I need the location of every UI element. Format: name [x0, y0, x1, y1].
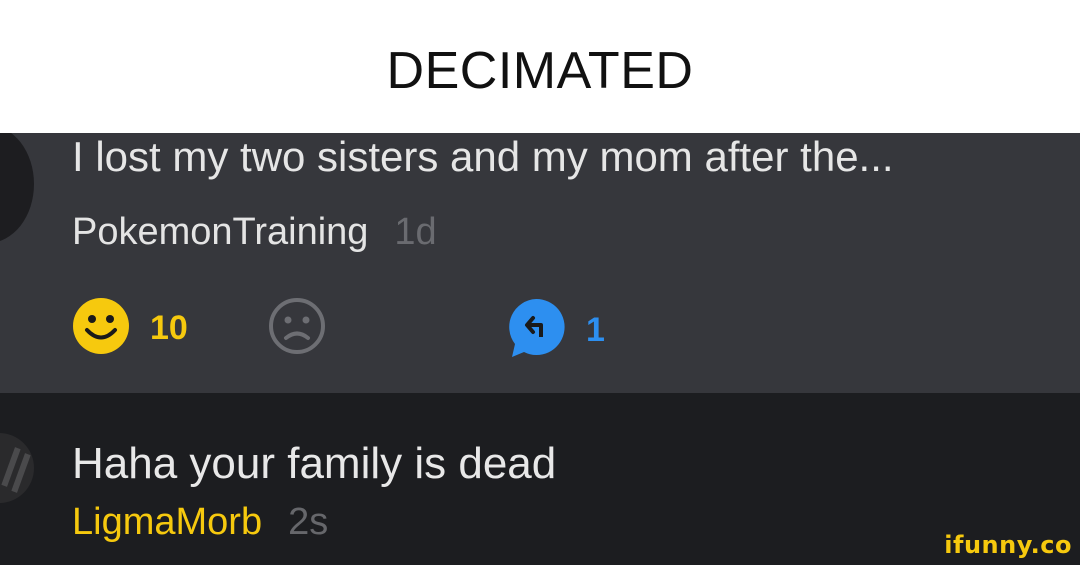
- comment-actions: 10 1: [72, 297, 672, 357]
- comment-text: Haha your family is dead: [72, 439, 557, 488]
- reply-bubble-icon: [506, 297, 566, 364]
- dislike-button[interactable]: [268, 297, 326, 360]
- comment-timestamp: 2s: [288, 501, 329, 543]
- comment-card[interactable]: I lost my two sisters and my mom after t…: [0, 133, 1080, 393]
- comment-timestamp: 1d: [394, 211, 437, 253]
- comment-text: I lost my two sisters and my mom after t…: [72, 133, 894, 180]
- meme-caption-banner: DECIMATED: [0, 0, 1080, 133]
- frown-icon: [268, 297, 326, 360]
- reply-comment-card[interactable]: Haha your family is dead LigmaMorb 2s: [0, 393, 1080, 565]
- reply-button[interactable]: 1: [506, 297, 605, 364]
- reply-count: 1: [586, 311, 605, 349]
- smile-icon: [72, 297, 130, 360]
- avatar[interactable]: [0, 133, 34, 243]
- ifunny-watermark: ifunny.co: [944, 531, 1072, 559]
- comment-meta: PokemonTraining 1d: [72, 209, 437, 255]
- like-button[interactable]: 10: [72, 297, 188, 360]
- like-count: 10: [150, 309, 188, 347]
- meme-caption: DECIMATED: [386, 41, 694, 100]
- comment-author[interactable]: LigmaMorb: [72, 501, 262, 543]
- comment-author[interactable]: PokemonTraining: [72, 211, 368, 253]
- comment-meta: LigmaMorb 2s: [72, 499, 328, 545]
- avatar[interactable]: [0, 433, 34, 503]
- comments-screenshot: I lost my two sisters and my mom after t…: [0, 133, 1080, 565]
